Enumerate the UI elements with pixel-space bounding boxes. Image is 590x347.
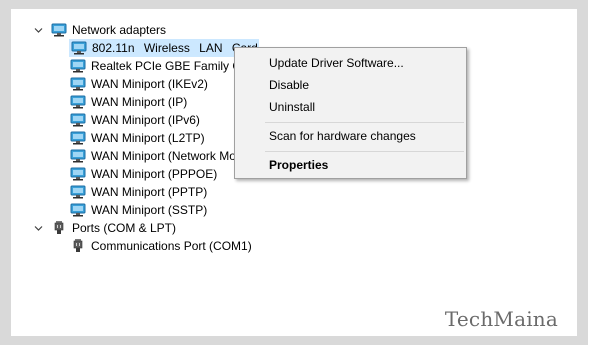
network-adapter-icon [70,167,86,181]
network-adapter-icon [70,59,86,73]
tree-category-label: Ports (COM & LPT) [72,221,177,235]
tree-item-wan-ikev2[interactable]: WAN Miniport (IKEv2) [70,75,234,93]
tree-item-label: Communications Port (COM1) [91,239,252,253]
menu-item-properties[interactable]: Properties [236,154,465,176]
tree-item-com1[interactable]: Communications Port (COM1) [70,237,270,255]
tree-item-label: WAN Miniport (IKEv2) [91,77,208,91]
menu-item-uninstall[interactable]: Uninstall [236,96,465,118]
port-icon [73,239,83,252]
menu-item-disable[interactable]: Disable [236,74,465,96]
tree-item-realtek-adapter[interactable]: Realtek PCIe GBE Family Controller [70,57,234,75]
tree-item-label: WAN Miniport (PPPOE) [91,167,218,181]
tree-item-label: WAN Miniport (L2TP) [91,131,205,145]
network-adapter-icon [70,149,86,163]
tree-item-wireless-adapter[interactable]: 802.11n Wireless LAN Card [69,39,259,57]
tree-item-label: 802.11n Wireless LAN Card [92,41,258,55]
tree-item-label: WAN Miniport (IPv6) [91,113,200,127]
network-adapter-icon [70,113,86,127]
chevron-down-icon[interactable] [34,26,43,35]
tree-item-label: WAN Miniport (Network Monitor) [91,149,234,163]
tree-item-label: Realtek PCIe GBE Family Controller [91,59,234,73]
port-icon [54,221,64,234]
tree-item-wan-ipv6[interactable]: WAN Miniport (IPv6) [70,111,234,129]
tree-item-wan-sstp[interactable]: WAN Miniport (SSTP) [70,201,270,219]
chevron-down-icon[interactable] [34,224,43,233]
context-menu: Update Driver Software... Disable Uninst… [234,47,467,179]
tree-item-label: WAN Miniport (IP) [91,95,188,109]
tree-category-label: Network adapters [72,23,167,37]
tree-category-ports[interactable]: Ports (COM & LPT) [34,219,234,237]
watermark-logo: TechMaina [444,307,558,331]
tree-item-wan-pptp[interactable]: WAN Miniport (PPTP) [70,183,270,201]
network-adapter-icon [70,203,86,217]
network-adapter-icon [70,131,86,145]
tree-item-label: WAN Miniport (SSTP) [91,203,208,217]
network-adapter-icon [70,77,86,91]
network-adapter-icon [70,95,86,109]
network-adapter-icon [70,185,86,199]
network-adapter-icon [51,23,67,37]
tree-item-wan-pppoe[interactable]: WAN Miniport (PPPOE) [70,165,234,183]
tree-item-wan-l2tp[interactable]: WAN Miniport (L2TP) [70,129,234,147]
tree-item-wan-network-monitor[interactable]: WAN Miniport (Network Monitor) [70,147,234,165]
menu-separator [265,122,464,123]
menu-separator [265,151,464,152]
network-adapter-icon [71,41,87,55]
tree-category-network-adapters[interactable]: Network adapters [34,21,234,39]
tree-item-wan-ip[interactable]: WAN Miniport (IP) [70,93,234,111]
menu-item-scan-hardware[interactable]: Scan for hardware changes [236,125,465,147]
tree-item-label: WAN Miniport (PPTP) [91,185,208,199]
menu-item-update-driver[interactable]: Update Driver Software... [236,52,465,74]
